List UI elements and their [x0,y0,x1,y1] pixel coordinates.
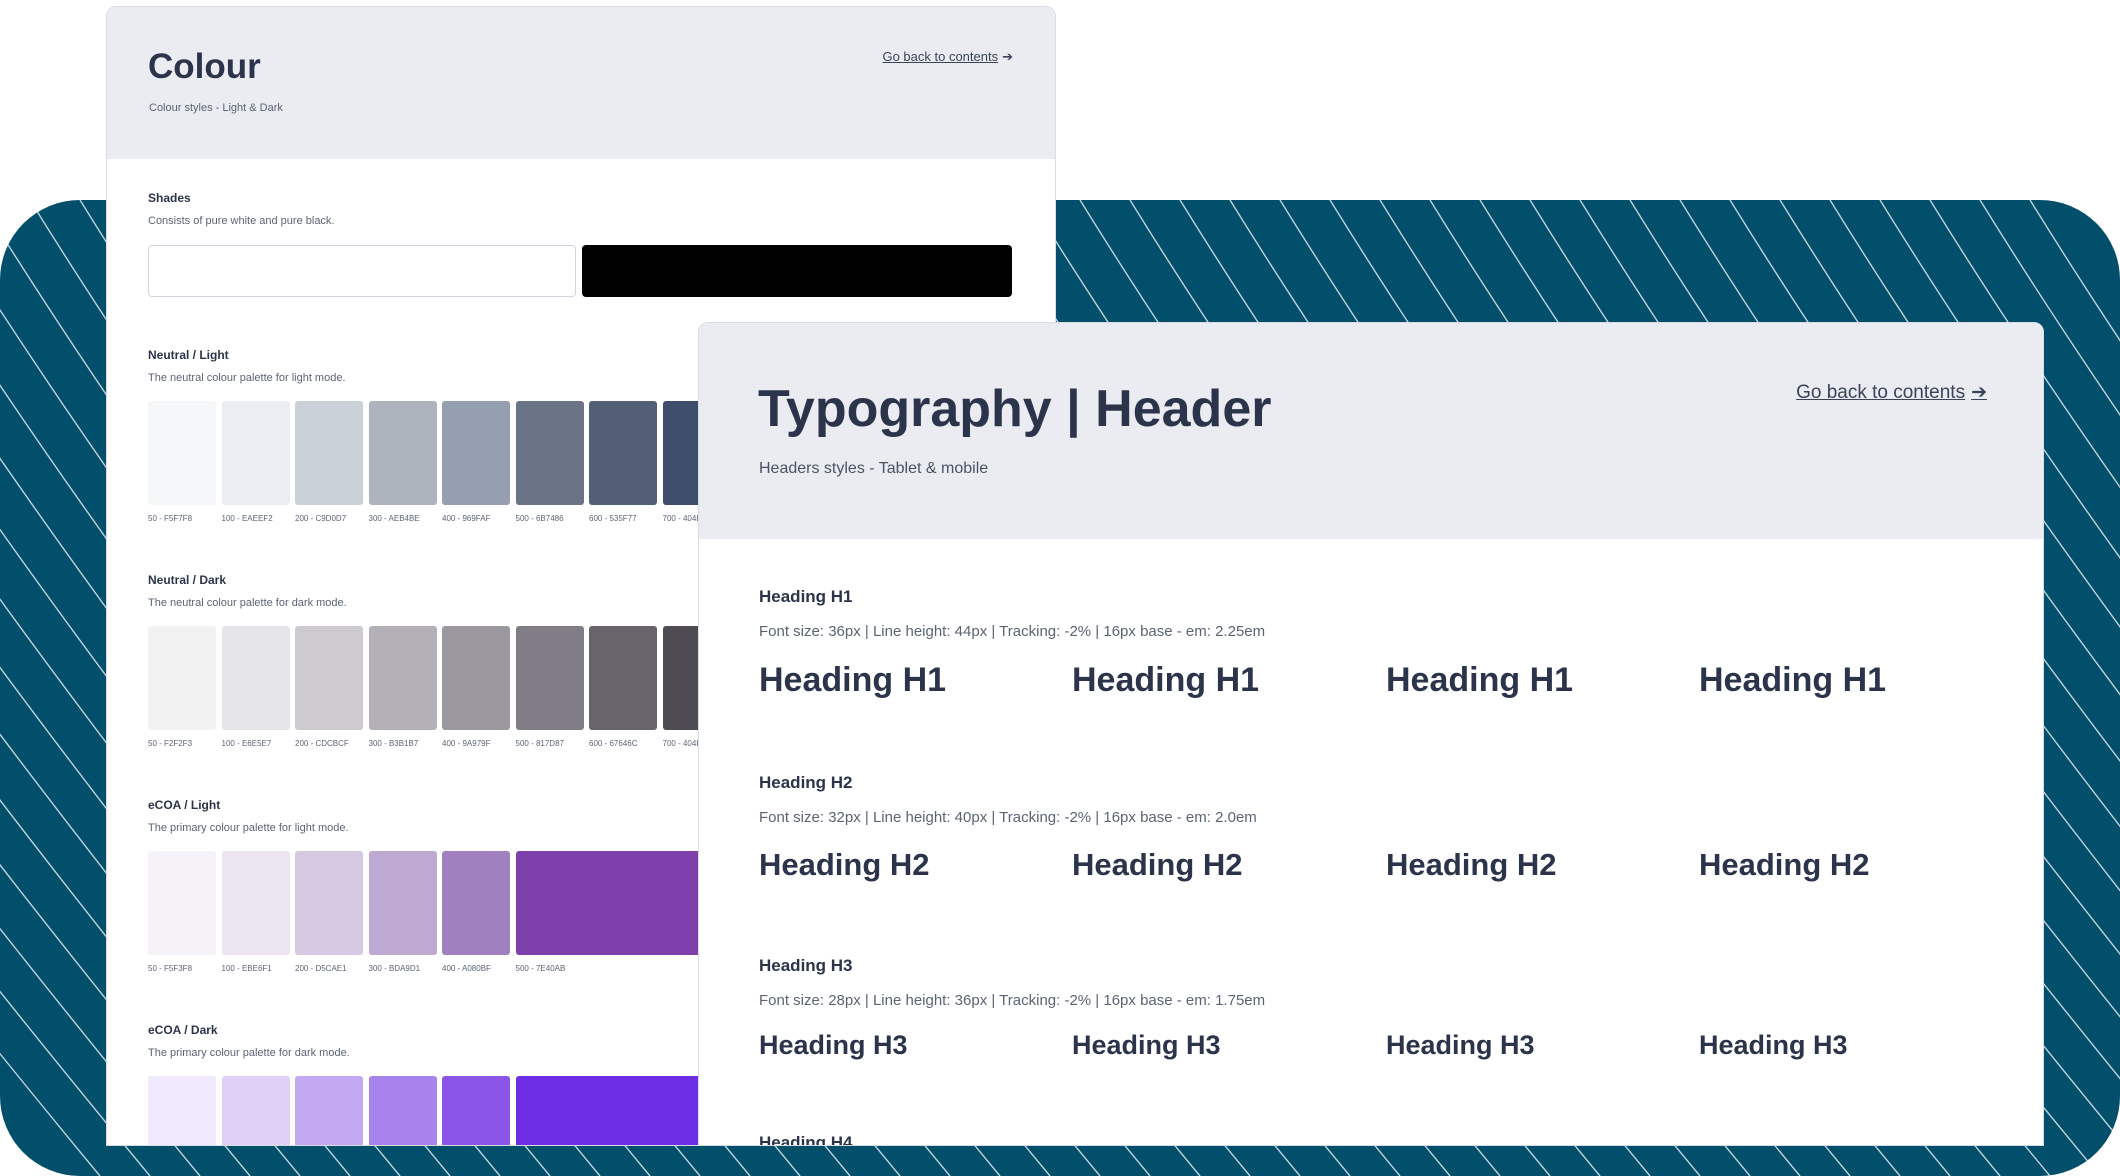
heading-h1-sample: Heading H1 [1072,661,1260,699]
swatch-label: 300 - AEB4BE [368,514,420,523]
swatch-label: 500 - 817D87 [515,739,564,748]
heading-h2-spec: Font size: 32px | Line height: 40px | Tr… [759,809,1257,826]
color-swatch [295,1076,363,1145]
swatch-label: 200 - CDCBCF [295,739,349,748]
heading-h3-spec: Font size: 28px | Line height: 36px | Tr… [759,992,1266,1009]
neutral-light-desc: The neutral colour palette for light mod… [148,372,346,384]
swatch-label: 300 - B3B1B7 [368,739,419,748]
heading-h2-sample: Heading H2 [1386,847,1557,882]
typography-card-subtitle: Headers styles - Tablet & mobile [759,460,989,477]
heading-h3-sample: Heading H3 [1072,1030,1221,1060]
ecoa-light-desc: The primary colour palette for light mod… [148,822,349,834]
color-swatch [221,851,290,955]
swatch-label: 100 - E6E5E7 [221,739,272,748]
swatch-label: 50 - F5F3F8 [148,964,193,973]
swatch-label: 400 - A080BF [442,964,491,973]
heading-h1-sample: Heading H1 [759,661,947,699]
color-swatch [442,626,510,730]
color-swatch [221,401,290,505]
color-swatch [368,626,437,730]
back-link-label: Go back to contents [882,49,999,64]
swatch-label: 300 - BDA9D1 [368,964,421,973]
shades-title: Shades [148,191,191,205]
heading-h3-sample: Heading H3 [1699,1030,1848,1060]
typography-card-header: Typography | Header Headers styles - Tab… [699,323,2043,539]
color-swatch [515,626,584,730]
ecoa-dark-title: eCOA / Dark [148,1023,218,1037]
shades-section: Shades Consists of pure white and pure b… [148,191,335,227]
colour-card-title: Colour [148,47,261,86]
typography-back-link[interactable]: Go back to contents ➔ [1796,381,1987,404]
heading-h2-sample: Heading H2 [1072,847,1243,882]
color-swatch [442,1076,510,1145]
heading-h1-title: Heading H1 [759,587,853,606]
shade-white-swatch [148,245,576,297]
color-swatch [148,626,216,730]
swatch-label: 400 - 9A979F [442,739,491,748]
back-link-label: Go back to contents [1796,382,1966,403]
arrow-right-icon: ➔ [1971,382,1987,403]
swatch-label: 50 - F5F7F8 [148,514,193,523]
heading-h4-title: Heading H4 [759,1133,853,1146]
swatch-label: 100 - EAEEF2 [221,514,273,523]
heading-h2-section: Heading H2 Font size: 32px | Line height… [759,773,1257,826]
heading-h4-section: Heading H4 [759,1133,853,1146]
swatch-label: 700 - 404E [662,739,702,748]
swatch-label: 500 - 7E40AB [515,964,566,973]
color-swatch [442,401,510,505]
neutral-light-title: Neutral / Light [148,348,229,362]
typography-card: Typography | Header Headers styles - Tab… [698,322,2044,1146]
swatch-label: 200 - D5CAE1 [295,964,347,973]
heading-h3-section: Heading H3 Font size: 28px | Line height… [759,956,1265,1009]
swatch-label: 600 - 67646C [589,739,638,748]
shade-black-swatch [582,245,1012,297]
swatch-label: 500 - 6B7486 [515,514,564,523]
ecoa-light-title: eCOA / Light [148,798,221,812]
color-swatch [295,401,363,505]
swatch-label: 100 - EBE6F1 [221,964,272,973]
heading-h2-sample: Heading H2 [759,847,930,882]
neutral-light-section: Neutral / Light The neutral colour palet… [148,348,346,384]
neutral-dark-section: Neutral / Dark The neutral colour palett… [148,573,347,609]
color-swatch [148,401,216,505]
heading-h3-sample: Heading H3 [1386,1030,1535,1060]
heading-h2-sample: Heading H2 [1699,847,1870,882]
color-swatch [589,401,657,505]
heading-h1-spec: Font size: 36px | Line height: 44px | Tr… [759,623,1266,640]
ecoa-dark-desc: The primary colour palette for dark mode… [148,1047,350,1059]
heading-h1-sample: Heading H1 [1386,661,1574,699]
color-swatch [368,1076,437,1145]
color-swatch [589,626,657,730]
typography-card-title: Typography | Header [758,380,1272,438]
color-swatch [221,626,290,730]
neutral-dark-title: Neutral / Dark [148,573,227,587]
ecoa-light-section: eCOA / Light The primary colour palette … [148,798,349,834]
heading-h1-sample: Heading H1 [1699,661,1887,699]
swatch-label: 400 - 969FAF [442,514,491,523]
swatch-label: 700 - 404E [662,514,702,523]
color-swatch [368,401,437,505]
arrow-right-icon: ➔ [1002,49,1013,64]
colour-card-header: Colour Colour styles - Light & Dark Go b… [107,7,1055,159]
heading-h1-section: Heading H1 Font size: 36px | Line height… [759,587,1265,640]
ecoa-dark-section: eCOA / Dark The primary colour palette f… [148,1023,350,1059]
shades-desc: Consists of pure white and pure black. [148,215,335,227]
color-swatch [515,401,584,505]
swatch-label: 200 - C9D0D7 [295,514,347,523]
colour-back-link[interactable]: Go back to contents ➔ [882,49,1013,65]
heading-h3-title: Heading H3 [759,956,853,975]
neutral-dark-desc: The neutral colour palette for dark mode… [148,597,347,609]
color-swatch [368,851,437,955]
color-swatch [221,1076,290,1145]
color-swatch [295,626,363,730]
swatch-label: 50 - F2F2F3 [148,739,193,748]
colour-card-subtitle: Colour styles - Light & Dark [149,102,283,114]
heading-h2-title: Heading H2 [759,773,853,792]
swatch-label: 600 - 535F77 [589,514,637,523]
color-swatch [148,851,216,955]
color-swatch [148,1076,216,1145]
color-swatch [442,851,510,955]
heading-h3-sample: Heading H3 [759,1030,908,1060]
color-swatch [295,851,363,955]
